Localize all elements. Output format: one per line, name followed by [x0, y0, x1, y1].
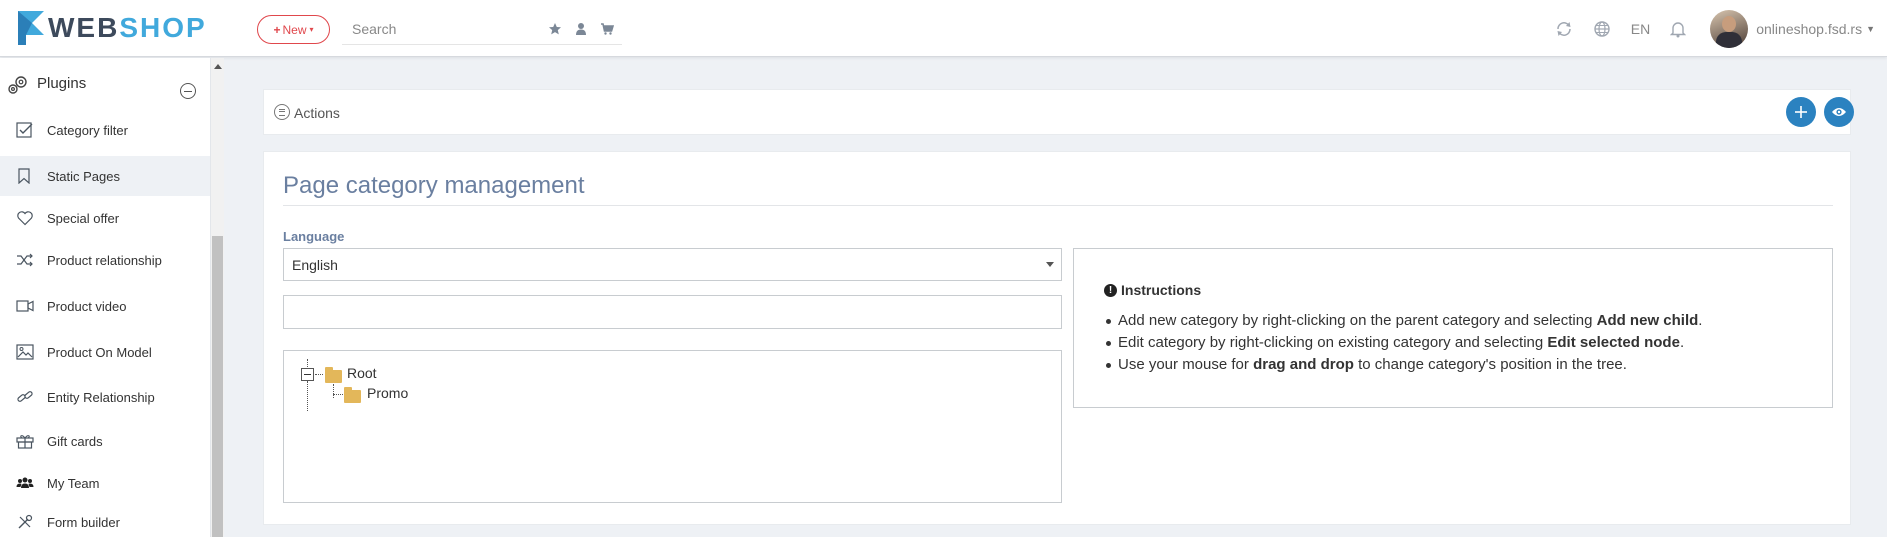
- username: onlineshop.fsd.rs: [1756, 20, 1863, 37]
- scrollbar-thumb[interactable]: [212, 236, 223, 537]
- users-icon: [16, 477, 34, 488]
- sidebar-item-form-builder[interactable]: Form builder: [0, 502, 210, 537]
- bell-icon[interactable]: [1670, 20, 1687, 38]
- tree-connector: [333, 384, 334, 398]
- instructions-title: ! Instructions: [1104, 282, 1201, 298]
- sidebar-section-label: Plugins: [37, 75, 87, 92]
- tools-icon: [18, 514, 33, 529]
- info-icon: !: [1104, 283, 1117, 297]
- search-input[interactable]: [342, 14, 532, 44]
- avatar: [1710, 9, 1749, 48]
- sidebar-item-static-pages[interactable]: Static Pages: [0, 156, 210, 196]
- language-selector[interactable]: EN: [1631, 21, 1650, 37]
- sidebar-item-product-relationship[interactable]: Product relationship: [0, 240, 210, 280]
- logo-flag-icon: [18, 11, 44, 45]
- folder-icon: [325, 367, 342, 383]
- bookmark-icon: [18, 168, 30, 184]
- user-menu[interactable]: onlineshop.fsd.rs ▼: [1710, 9, 1887, 48]
- sidebar-item-label: Special offer: [47, 210, 120, 226]
- add-button[interactable]: [1786, 97, 1816, 127]
- new-button[interactable]: + New ▾: [257, 15, 330, 44]
- collapse-icon[interactable]: [180, 83, 196, 99]
- preview-button[interactable]: [1824, 97, 1854, 127]
- sidebar: Plugins Category filter Static Pages Spe…: [0, 58, 211, 537]
- sidebar-item-label: Entity Relationship: [47, 389, 155, 405]
- checkbox-icon: [16, 122, 33, 138]
- scroll-up-arrow-icon[interactable]: [214, 64, 222, 69]
- search-bar: [342, 14, 622, 45]
- actions-bar: Actions: [263, 89, 1854, 135]
- category-tree: Root Promo: [283, 350, 1062, 503]
- sidebar-item-label: Static Pages: [47, 168, 120, 184]
- sidebar-item-special-offer[interactable]: Special offer: [0, 198, 210, 238]
- sidebar-item-label: Product On Model: [47, 344, 152, 360]
- actions-menu-icon[interactable]: [274, 104, 290, 120]
- sidebar-item-label: Gift cards: [47, 433, 103, 449]
- globe-icon[interactable]: [1593, 20, 1611, 38]
- instruction-item: Edit category by right-clicking on exist…: [1104, 333, 1702, 355]
- user-icon[interactable]: [574, 22, 588, 36]
- instructions-list: Add new category by right-clicking on th…: [1104, 311, 1702, 377]
- tree-node-root[interactable]: Root: [347, 365, 377, 381]
- page-category-card: Page category management Language Englis…: [263, 151, 1851, 525]
- language-select[interactable]: English: [283, 248, 1062, 281]
- plugins-icon: [8, 76, 27, 94]
- language-label: Language: [283, 229, 345, 244]
- divider: [283, 205, 1833, 206]
- link-icon: [17, 391, 33, 402]
- instructions-panel: ! Instructions Add new category by right…: [1073, 248, 1833, 408]
- top-header: WEBSHOP + New ▾ EN onlineshop.fsd.rs ▼: [0, 0, 1887, 57]
- sidebar-item-entity-relationship[interactable]: Entity Relationship: [0, 377, 210, 417]
- star-icon[interactable]: [548, 22, 562, 36]
- gift-icon: [16, 435, 34, 449]
- shuffle-icon: [17, 253, 33, 267]
- tree-node-promo[interactable]: Promo: [367, 385, 408, 401]
- page-title: Page category management: [283, 172, 585, 199]
- sidebar-item-label: Category filter: [47, 122, 128, 138]
- sidebar-item-label: Form builder: [47, 514, 120, 530]
- tree-connector: [333, 394, 343, 395]
- webshop-logo[interactable]: WEBSHOP: [18, 10, 207, 46]
- chevron-down-icon: [1046, 262, 1054, 267]
- chevron-down-icon: ▼: [1866, 23, 1875, 34]
- logo-text: WEBSHOP: [48, 12, 207, 43]
- tree-collapse-toggle[interactable]: [301, 368, 314, 381]
- sync-icon[interactable]: [1555, 20, 1573, 38]
- actions-label[interactable]: Actions: [294, 105, 340, 121]
- instruction-item: Use your mouse for drag and drop to chan…: [1104, 355, 1702, 377]
- eye-icon: [1832, 108, 1846, 116]
- sidebar-scrollbar[interactable]: [211, 58, 224, 537]
- tree-connector: [315, 374, 323, 375]
- image-icon: [16, 344, 34, 360]
- chevron-down-icon: ▾: [309, 25, 314, 34]
- sidebar-item-product-on-model[interactable]: Product On Model: [0, 332, 210, 372]
- new-button-label: New: [282, 22, 307, 37]
- video-icon: [16, 300, 34, 312]
- plus-icon: +: [273, 22, 281, 37]
- plus-icon: [1795, 106, 1807, 118]
- sidebar-item-label: Product relationship: [47, 252, 162, 268]
- sidebar-section-plugins[interactable]: Plugins: [0, 66, 210, 102]
- tree-connector: [307, 381, 308, 411]
- sidebar-item-product-video[interactable]: Product video: [0, 286, 210, 326]
- instruction-item: Add new category by right-clicking on th…: [1104, 311, 1702, 333]
- cart-icon[interactable]: [600, 22, 614, 36]
- language-select-value: English: [292, 257, 338, 273]
- sidebar-item-label: Product video: [47, 298, 127, 314]
- sidebar-item-gift-cards[interactable]: Gift cards: [0, 421, 210, 461]
- header-right: EN onlineshop.fsd.rs ▼: [1545, 0, 1887, 57]
- folder-icon: [344, 387, 361, 403]
- sidebar-item-my-team[interactable]: My Team: [0, 463, 210, 503]
- sidebar-item-label: My Team: [47, 475, 100, 491]
- heart-icon: [17, 211, 33, 226]
- tree-search-input[interactable]: [283, 295, 1062, 329]
- sidebar-item-category-filter[interactable]: Category filter: [0, 110, 210, 150]
